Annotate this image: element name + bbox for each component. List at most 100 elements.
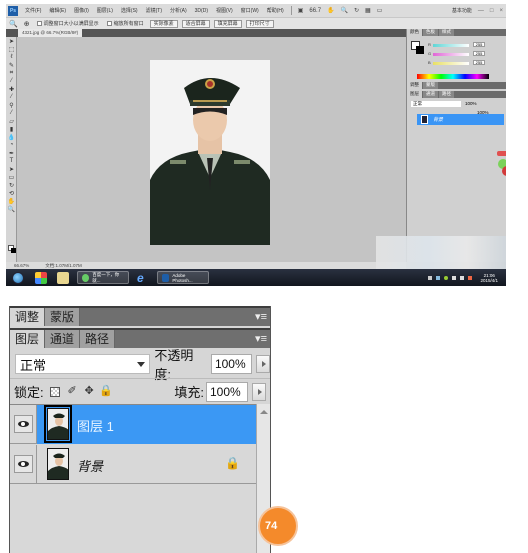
- mini-tab-masks[interactable]: 蒙版: [423, 82, 438, 89]
- hand-tool-icon[interactable]: ✋: [327, 7, 334, 14]
- channel-r-value[interactable]: 255: [473, 42, 485, 47]
- tray-volume-icon[interactable]: [452, 275, 457, 280]
- resize-windows-checkbox[interactable]: 调整窗口大小以满屏显示: [36, 20, 99, 27]
- tab-styles[interactable]: 样式: [439, 29, 454, 36]
- taskbar-task-browser[interactable]: 百度一下，你就...: [77, 271, 129, 284]
- mini-layer-row-background[interactable]: 背景: [417, 114, 504, 125]
- bridge-icon[interactable]: ▣: [298, 7, 304, 14]
- tray-network-icon[interactable]: [460, 275, 465, 280]
- channel-r-slider[interactable]: [433, 44, 469, 47]
- blend-mode-select[interactable]: 正常: [15, 354, 151, 374]
- print-size-button[interactable]: 打印尺寸: [245, 19, 274, 28]
- fill-input[interactable]: 100%: [206, 381, 248, 402]
- taskbar-clock[interactable]: 21:06 2015/4/1: [480, 273, 498, 283]
- mini-opacity-value[interactable]: 100%: [465, 101, 477, 107]
- canvas-image-soldier-portrait[interactable]: [150, 60, 270, 245]
- mini-tab-paths[interactable]: 路径: [439, 91, 454, 98]
- tab-swatches[interactable]: 色板: [423, 29, 438, 36]
- tab-color[interactable]: 颜色: [407, 29, 422, 36]
- zoom-tool-icon[interactable]: 🔍: [6, 205, 17, 213]
- color-panel-background[interactable]: [416, 46, 424, 54]
- tray-notification-icon[interactable]: [436, 275, 441, 280]
- tab-adjustments[interactable]: 调整: [10, 308, 46, 326]
- mini-blend-select[interactable]: 正常: [411, 101, 461, 107]
- menu-select[interactable]: 选择(S): [121, 7, 138, 14]
- menu-help[interactable]: 帮助(H): [267, 7, 284, 14]
- menu-view[interactable]: 视图(V): [216, 7, 233, 14]
- zoom-all-windows-checkbox[interactable]: 缩放所有窗口: [106, 20, 144, 27]
- visibility-eye-icon[interactable]: [14, 415, 33, 433]
- panel-menu-icon[interactable]: ▾≡: [255, 330, 267, 348]
- close-button[interactable]: ×: [499, 8, 503, 14]
- menu-edit[interactable]: 编辑(E): [49, 7, 66, 14]
- healing-brush-tool-icon[interactable]: ✚: [6, 85, 17, 93]
- brush-tool-icon[interactable]: ⁄: [6, 93, 17, 101]
- blur-tool-icon[interactable]: 💧: [6, 133, 17, 141]
- lock-all-icon[interactable]: 🔒: [99, 386, 113, 397]
- shape-tool-icon[interactable]: ▭: [6, 173, 17, 181]
- fit-screen-button[interactable]: 适合屏幕: [181, 19, 210, 28]
- tray-keyboard-icon[interactable]: [428, 275, 433, 280]
- marquee-tool-icon[interactable]: ⬚: [6, 45, 17, 53]
- clone-stamp-tool-icon[interactable]: ⚲: [6, 101, 17, 109]
- mascot-widget-icon[interactable]: [494, 149, 506, 179]
- opacity-slider-toggle[interactable]: [256, 355, 270, 373]
- panel-menu-icon[interactable]: ▾≡: [255, 308, 267, 326]
- internet-explorer-icon[interactable]: e: [137, 272, 149, 284]
- lock-position-icon[interactable]: ✥: [84, 386, 95, 397]
- floating-count-badge[interactable]: 74: [258, 506, 298, 546]
- move-tool-icon[interactable]: ➤: [6, 37, 17, 45]
- channel-g-slider[interactable]: [433, 53, 469, 56]
- tray-app-icon[interactable]: [444, 275, 449, 280]
- zoom-in-out-icon[interactable]: ⊕: [24, 20, 30, 28]
- eyedropper-tool-icon[interactable]: ⁄: [6, 77, 17, 85]
- 3d-orbit-tool-icon[interactable]: ⟲: [6, 189, 17, 197]
- opacity-input[interactable]: 100%: [210, 354, 253, 374]
- mini-tab-layers[interactable]: 图层: [407, 91, 422, 98]
- lock-image-pixels-icon[interactable]: ✐: [67, 386, 78, 397]
- hand-tool-icon[interactable]: ✋: [6, 197, 17, 205]
- actual-pixels-button[interactable]: 实际像素: [149, 19, 178, 28]
- quick-select-tool-icon[interactable]: ✎: [6, 61, 17, 69]
- layer-row-layer-1[interactable]: 图层 1: [10, 405, 256, 444]
- status-zoom[interactable]: 66.67%: [14, 263, 29, 268]
- menu-layer[interactable]: 图层(L): [97, 7, 113, 14]
- menu-window[interactable]: 窗口(W): [241, 7, 259, 14]
- gradient-tool-icon[interactable]: ▮: [6, 125, 17, 133]
- menu-file[interactable]: 文件(F): [25, 7, 41, 14]
- eraser-tool-icon[interactable]: ▱: [6, 117, 17, 125]
- mini-tab-adjustments[interactable]: 调整: [407, 82, 422, 89]
- scroll-up-arrow-icon[interactable]: [260, 410, 268, 414]
- zoom-level-dropdown[interactable]: 66.7: [309, 8, 321, 14]
- taskbar-task-photoshop[interactable]: Adobe Photosh...: [157, 271, 209, 284]
- document-tab[interactable]: 4321.jpg @ 66.7%(RGB/8#): [18, 29, 83, 37]
- fill-slider-toggle[interactable]: [252, 382, 266, 401]
- history-brush-tool-icon[interactable]: ⁄: [6, 109, 17, 117]
- color-spectrum-bar[interactable]: [417, 74, 489, 79]
- pinned-app-icon[interactable]: [35, 271, 47, 284]
- channel-b-value[interactable]: 255: [473, 60, 485, 65]
- menu-analysis[interactable]: 分析(A): [170, 7, 187, 14]
- tray-user-icon[interactable]: [468, 275, 473, 280]
- file-explorer-icon[interactable]: [57, 271, 69, 284]
- arrange-documents-icon[interactable]: ▦: [365, 7, 371, 14]
- crop-tool-icon[interactable]: ⌗: [6, 69, 17, 77]
- layer-row-background[interactable]: 背景 🔒: [10, 445, 256, 484]
- menu-image[interactable]: 图像(I): [74, 7, 89, 14]
- tab-layers[interactable]: 图层: [10, 330, 46, 348]
- type-tool-icon[interactable]: T: [6, 157, 17, 165]
- background-color-swatch[interactable]: [11, 248, 16, 253]
- rotate-view-icon[interactable]: ↻: [354, 7, 359, 14]
- channel-g-value[interactable]: 255: [473, 51, 485, 56]
- dodge-tool-icon[interactable]: ◔: [6, 141, 17, 149]
- menu-3d[interactable]: 3D(D): [195, 8, 208, 14]
- 3d-rotate-tool-icon[interactable]: ↻: [6, 181, 17, 189]
- tab-masks[interactable]: 蒙版: [45, 308, 81, 326]
- zoom-tool-preset-icon[interactable]: 🔍: [9, 20, 18, 28]
- channel-b-slider[interactable]: [433, 62, 469, 65]
- fill-screen-button[interactable]: 填充屏幕: [213, 19, 242, 28]
- pen-tool-icon[interactable]: ✒: [6, 149, 17, 157]
- zoom-tool-icon[interactable]: 🔍: [341, 7, 348, 14]
- screen-mode-icon[interactable]: ▭: [377, 7, 383, 14]
- lasso-tool-icon[interactable]: ℓ: [6, 53, 17, 61]
